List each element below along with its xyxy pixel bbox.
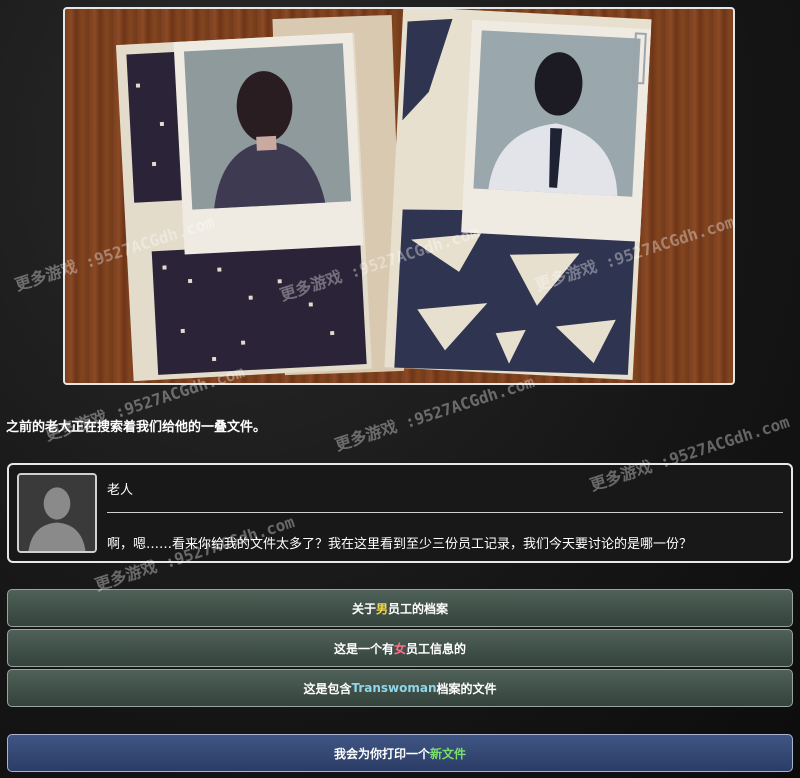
choice-label-after: 员工的档案 (388, 601, 449, 616)
choice-label-before: 关于 (351, 601, 376, 616)
dossier-illustration (115, 9, 652, 382)
dialog-text: 啊，嗯……看来你给我的文件太多了？我在这里看到至少三份员工记录，我们今天要讨论的… (107, 537, 693, 552)
person-silhouette-icon (19, 475, 95, 551)
choice-label-highlight: 女 (393, 641, 406, 656)
choice-label-highlight: 男 (375, 601, 388, 616)
choice-transwoman-file-button[interactable]: 这是包含 Transwoman 档案的文件 (7, 669, 793, 707)
choice-female-file-button[interactable]: 这是一个有女员工信息的 (7, 629, 793, 667)
narration-text: 之前的老大正在搜索着我们给他的一叠文件。 (6, 420, 267, 435)
dialog-divider (107, 512, 783, 513)
speaker-avatar (17, 473, 97, 553)
choice-label-highlight: 新文件 (430, 746, 467, 761)
choice-label-after: 档案的文件 (436, 681, 497, 696)
choice-male-file-button[interactable]: 关于男员工的档案 (7, 589, 793, 627)
scene-image (63, 7, 735, 385)
speaker-name: 老人 (107, 483, 134, 498)
print-new-file-button[interactable]: 我会为你打印一个 新文件 (7, 734, 793, 772)
choice-label-before: 我会为你打印一个 (333, 746, 430, 761)
choice-label-before: 这是包含 (303, 681, 352, 696)
choice-label-highlight: Transwoman (351, 681, 437, 695)
choice-label-before: 这是一个有 (333, 641, 394, 656)
choice-label-after: 员工信息的 (406, 641, 467, 656)
dialog-box: 老人 啊，嗯……看来你给我的文件太多了？我在这里看到至少三份员工记录，我们今天要… (7, 463, 793, 563)
